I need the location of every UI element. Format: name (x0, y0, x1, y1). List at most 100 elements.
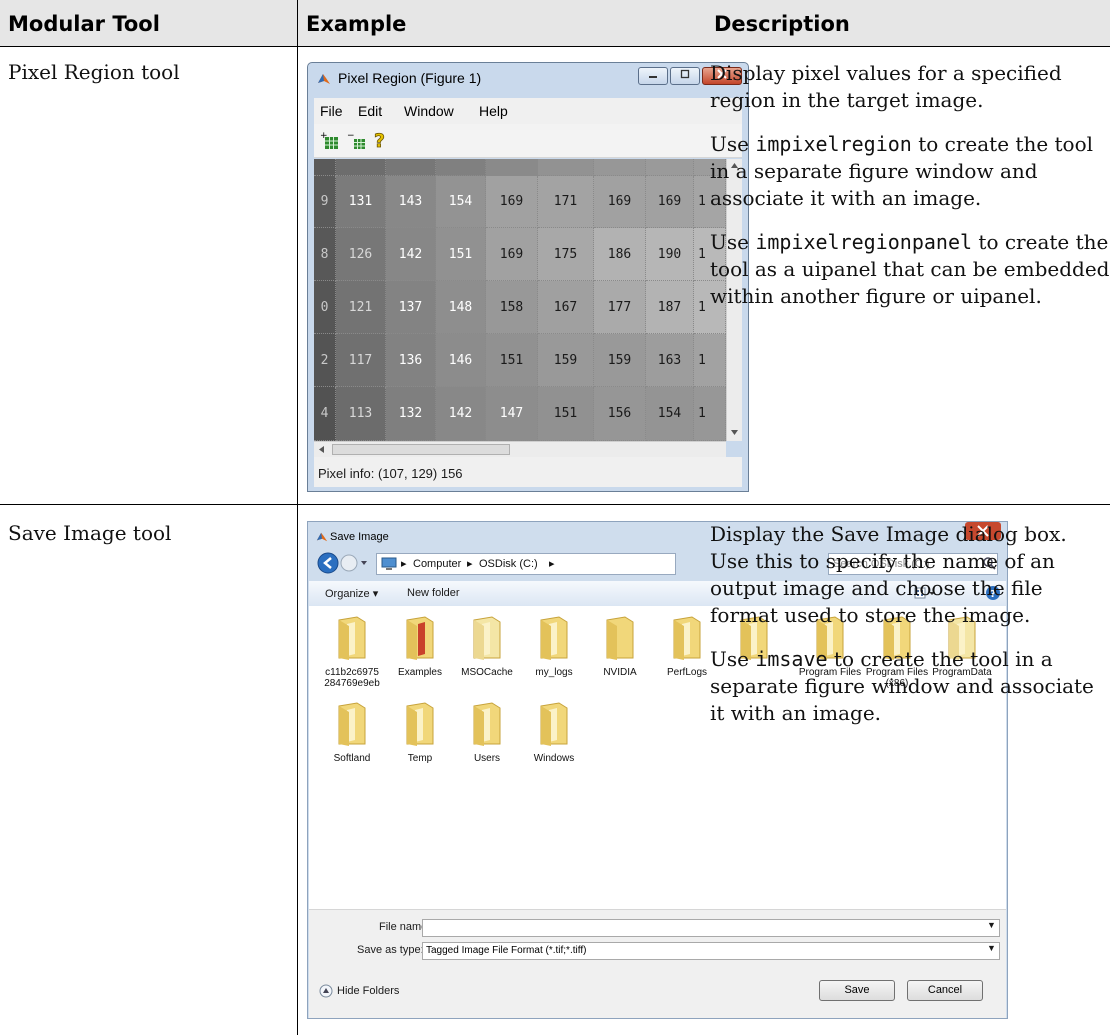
grid-row-edge-label: 0 (314, 281, 336, 334)
dialog-title: Save Image (330, 531, 389, 543)
menu-help[interactable]: Help (479, 103, 508, 119)
column-divider (297, 0, 298, 1035)
pixel-value: 137 (386, 281, 436, 334)
pixel-region-window: Pixel Region (Figure 1) File Edit Window… (307, 62, 749, 492)
folder-item[interactable]: MSOCache (454, 616, 520, 678)
pixel-value: 154 (646, 387, 694, 441)
new-folder-button[interactable]: New folder (407, 587, 460, 599)
minimize-icon (649, 76, 657, 78)
description-paragraph: Use imsave to create the tool in a separ… (710, 646, 1110, 727)
function-name: imsave (755, 647, 828, 671)
grid-row-edge-label: 1 (694, 334, 726, 387)
header-example: Example (306, 12, 407, 36)
pixel-info-readout: Pixel info: (107, 129) 156 (318, 466, 463, 481)
folder-label: MSOCache (461, 667, 513, 678)
breadcrumb-separator: ▸ (549, 558, 555, 570)
pixel-value: 117 (336, 334, 386, 387)
header-description: Description (714, 12, 850, 36)
pixel-value: 126 (336, 228, 386, 281)
cancel-button[interactable]: Cancel (907, 980, 983, 1001)
folder-item[interactable]: Windows (521, 702, 587, 764)
description-paragraph: Display the Save Image dialog box. Use t… (710, 521, 1110, 629)
grid-row-edge-label: 9 (314, 176, 336, 228)
function-name: impixelregionpanel (755, 230, 973, 254)
folder-icon (606, 616, 634, 660)
matlab-logo-icon (316, 532, 328, 542)
folder-item[interactable]: Users (454, 702, 520, 764)
organize-button[interactable]: Organize ▾ (325, 587, 378, 600)
chevron-down-icon[interactable]: ▼ (987, 920, 996, 930)
folder-item[interactable]: Softland (319, 702, 385, 764)
pixel-value: 177 (594, 281, 646, 334)
folder-item[interactable]: Examples (387, 616, 453, 678)
grid-row-edge-label: 4 (314, 387, 336, 441)
status-bar: Pixel info: (107, 129) 156 (314, 457, 742, 487)
folder-label: my_logs (535, 667, 573, 678)
file-name-input[interactable] (422, 919, 1000, 937)
folder-icon (338, 616, 366, 660)
description-paragraph: Use impixelregion to create the tool in … (710, 131, 1110, 212)
grid-row-edge-label: 8 (314, 228, 336, 281)
menu-window[interactable]: Window (404, 103, 454, 119)
pixel-value: 159 (594, 334, 646, 387)
pixel-value: 156 (594, 387, 646, 441)
tool-name-save-image: Save Image tool (8, 521, 172, 545)
svg-text:?: ? (374, 130, 385, 151)
pixel-value: 186 (594, 228, 646, 281)
menu-file[interactable]: File (320, 103, 343, 119)
horizontal-scrollbar[interactable] (314, 441, 726, 457)
function-name: impixelregion (755, 132, 912, 156)
folder-item[interactable]: NVIDIA (587, 616, 653, 678)
zoom-out-grid-icon[interactable]: − (347, 131, 367, 151)
pixel-value: 131 (336, 176, 386, 228)
folder-item[interactable]: my_logs (521, 616, 587, 678)
zoom-in-grid-icon[interactable]: + (320, 131, 340, 151)
maximize-button[interactable] (670, 67, 700, 85)
grid-row-edge-label: 2 (314, 334, 336, 387)
pixel-value: 154 (436, 176, 486, 228)
save-options-panel: File name: ▼ Save as type: Tagged Image … (309, 909, 1006, 1018)
folder-label: NVIDIA (603, 667, 637, 678)
description-text: Display the Save Image dialog box. Use t… (710, 522, 1067, 627)
grid-row-edge-label: 1 (694, 387, 726, 441)
scroll-down-icon[interactable] (730, 428, 739, 436)
pixel-value: 187 (646, 281, 694, 334)
pixel-value: 190 (646, 228, 694, 281)
save-type-select[interactable]: Tagged Image File Format (*.tif;*.tiff) (422, 942, 1000, 960)
pixel-value-grid: 9 131 143 154 169 171 169 169 1 8 126 14… (314, 159, 726, 441)
minimize-button[interactable] (638, 67, 668, 85)
help-icon[interactable]: ? (373, 129, 389, 151)
pixel-value: 151 (486, 334, 538, 387)
breadcrumb-separator: ▸ (467, 558, 473, 570)
chevron-down-icon[interactable]: ▼ (987, 943, 996, 953)
folder-label: c11b2c6975 284769e9eb (324, 667, 380, 689)
scrollbar-thumb[interactable] (332, 444, 510, 455)
description-text: Use (710, 647, 756, 671)
folder-icon (338, 702, 366, 746)
back-forward-icon[interactable] (316, 551, 374, 575)
folder-item[interactable]: Temp (387, 702, 453, 764)
collapse-icon[interactable] (319, 984, 333, 998)
folder-label: Users (473, 753, 501, 764)
header-modular-tool: Modular Tool (8, 12, 160, 36)
pixel-value: 163 (646, 334, 694, 387)
computer-icon (381, 557, 397, 570)
folder-icon (406, 702, 434, 746)
save-button[interactable]: Save (819, 980, 895, 1001)
pixel-value: 169 (646, 176, 694, 228)
pixel-value: 142 (386, 228, 436, 281)
menu-bar: File Edit Window Help (314, 98, 742, 124)
pixel-value: 159 (538, 334, 594, 387)
pixel-value: 169 (486, 228, 538, 281)
address-bar[interactable]: ▸ Computer ▸ OSDisk (C:) ▸ (376, 553, 676, 575)
breadcrumb-osdisk[interactable]: OSDisk (C:) (479, 554, 538, 574)
menu-edit[interactable]: Edit (358, 103, 382, 119)
pixel-value: 113 (336, 387, 386, 441)
breadcrumb-computer[interactable]: Computer (413, 554, 461, 574)
hide-folders-button[interactable]: Hide Folders (337, 985, 399, 997)
scroll-left-icon[interactable] (318, 445, 326, 454)
pixel-value: 167 (538, 281, 594, 334)
folder-item[interactable]: c11b2c6975 284769e9eb (319, 616, 385, 689)
pixel-value: 143 (386, 176, 436, 228)
description-pixel-region: Display pixel values for a specified reg… (710, 60, 1110, 327)
